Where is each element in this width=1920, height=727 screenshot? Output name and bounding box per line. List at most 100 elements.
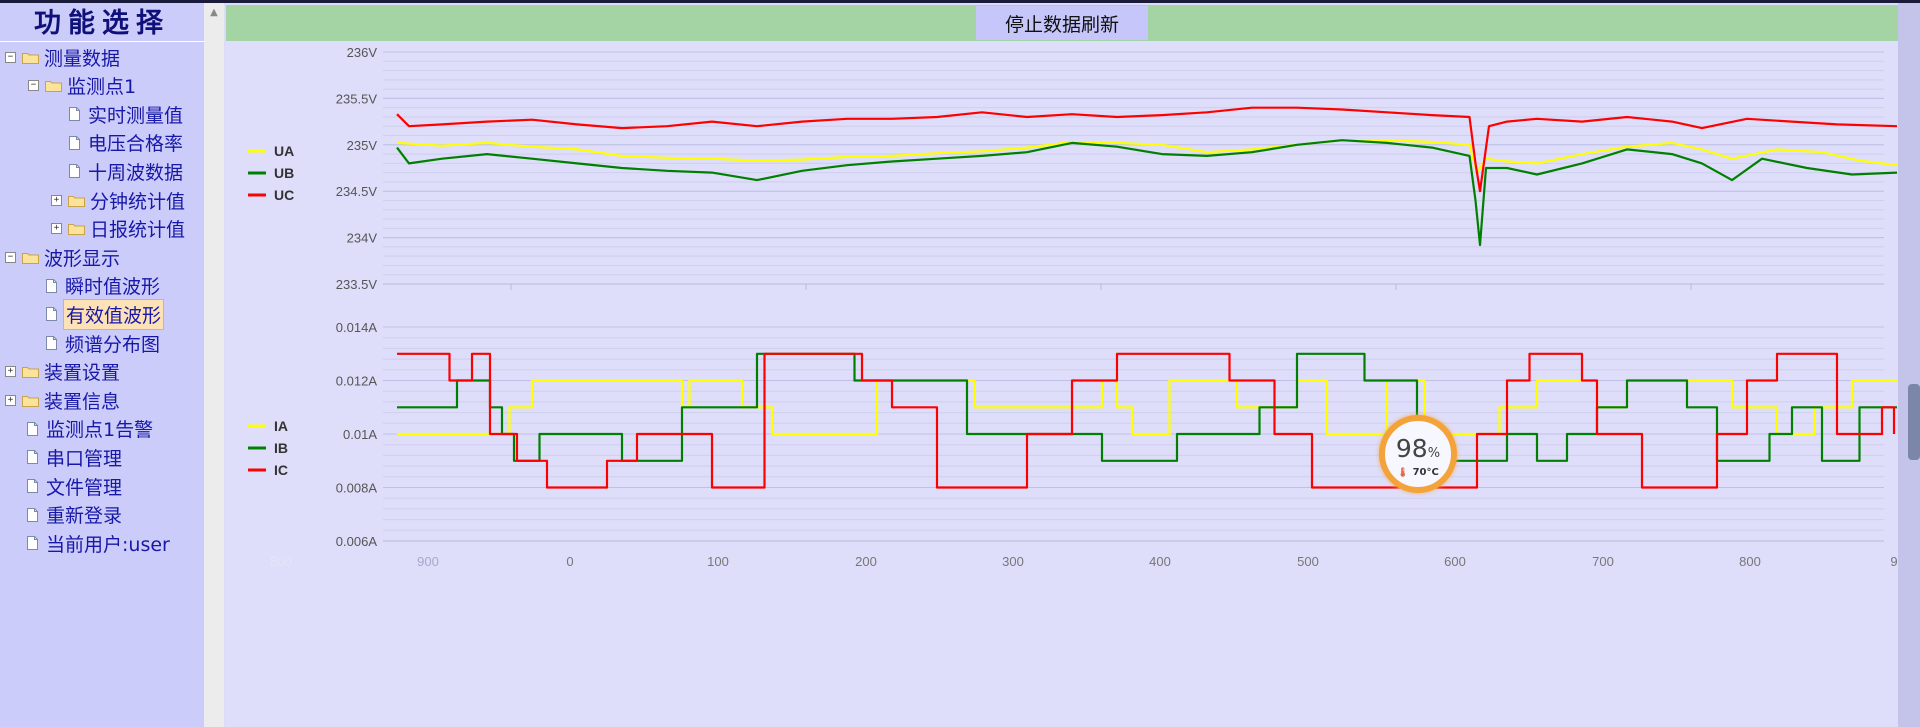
tree-item-label: 装置信息: [44, 390, 121, 413]
tree-item-label: 监测点1告警: [46, 419, 154, 442]
cpu-usage-badge[interactable]: 98% 🌡 70°C: [1379, 415, 1457, 493]
tree-item[interactable]: 当前用户:user: [5, 530, 172, 556]
tree-item-label: 瞬时值波形: [65, 276, 161, 299]
series-line: [397, 352, 1896, 489]
tree-item-label: 频谱分布图: [65, 333, 161, 356]
document-icon: [27, 450, 38, 465]
legend-label: IC: [274, 462, 288, 478]
tree-item[interactable]: + 分钟统计值: [51, 187, 187, 213]
legend-label: UA: [274, 143, 294, 159]
tree-item[interactable]: 瞬时值波形: [28, 273, 162, 299]
rms-waveform-chart-area: 233.5V 234V 234.5V 235V 235.5V 236V UA UB UC 0.00…: [226, 41, 1898, 727]
y-tick-label: 0.008A: [336, 481, 378, 496]
tree-item-label: 分钟统计值: [90, 190, 186, 213]
tree-item-label: 重新登录: [46, 505, 123, 528]
tree-item[interactable]: 串口管理: [5, 444, 124, 470]
tree-item-label: 有效值波形: [63, 298, 165, 330]
tree-item[interactable]: 频谱分布图: [28, 330, 162, 356]
tree-item[interactable]: − 测量数据: [5, 44, 122, 70]
x-tick-label: 600: [1444, 554, 1466, 569]
thermometer-icon: 🌡: [1397, 468, 1409, 478]
tree-item-label: 实时测量值: [88, 104, 184, 127]
y-tick-label: 233.5V: [336, 277, 378, 292]
tree-item-label: 日报统计值: [90, 219, 186, 242]
y-tick-label: 234.5V: [336, 184, 378, 199]
document-icon: [46, 278, 57, 293]
x-tick-label: 500: [1297, 554, 1319, 569]
tree-item[interactable]: + 日报统计值: [51, 216, 187, 242]
y-tick-label: 0.006A: [336, 534, 378, 549]
document-icon: [69, 164, 80, 179]
tree-item[interactable]: 监测点1告警: [5, 416, 155, 442]
legend-label: UC: [274, 187, 294, 203]
document-icon: [46, 336, 57, 350]
document-icon: [46, 307, 57, 322]
folder-icon: [68, 195, 85, 207]
legend-label: IB: [274, 440, 288, 456]
y-tick-label: 234V: [347, 231, 378, 246]
tree-item[interactable]: 文件管理: [5, 473, 124, 499]
tree-item[interactable]: 实时测量值: [51, 101, 185, 127]
tree-item-label: 电压合格率: [88, 133, 184, 156]
scroll-up-arrow-icon[interactable]: ▲: [204, 4, 224, 22]
document-icon: [27, 507, 38, 522]
collapse-icon[interactable]: −: [5, 51, 16, 63]
cpu-unit: %: [1427, 446, 1441, 461]
collapse-icon[interactable]: −: [28, 80, 39, 92]
document-icon: [69, 135, 80, 150]
cpu-temperature: 70°C: [1412, 467, 1439, 478]
tree-item-label: 当前用户:user: [46, 533, 170, 556]
tree-item[interactable]: 重新登录: [5, 502, 124, 528]
rms-waveform-charts: 233.5V 234V 234.5V 235V 235.5V 236V UA UB UC 0.00…: [248, 45, 1898, 569]
expand-icon[interactable]: +: [5, 394, 16, 406]
document-icon: [27, 536, 38, 551]
y-tick-label: 0.012A: [336, 374, 378, 389]
y-tick-label: 235V: [347, 138, 378, 153]
y-tick-label: 0.014A: [336, 320, 378, 335]
x-tick-label: 200: [855, 554, 877, 569]
y-tick-label: 235.5V: [336, 91, 378, 106]
legend-label: UB: [274, 165, 294, 181]
y-tick-label: 236V: [347, 45, 378, 60]
sidebar-scrollbar[interactable]: [204, 3, 224, 727]
tree-item-label: 监测点1: [67, 76, 137, 99]
x-tick-label: 9: [1890, 554, 1897, 569]
x-tick-label: 100: [707, 554, 729, 569]
cpu-value: 98: [1395, 434, 1428, 463]
window-top-border: [0, 0, 1920, 3]
tree-item[interactable]: 电压合格率: [51, 130, 185, 156]
tree-item-label: 十周波数据: [88, 161, 184, 184]
tree-item-label: 串口管理: [46, 447, 123, 470]
right-scrollbar[interactable]: [1898, 3, 1920, 727]
tree-item[interactable]: 有效值波形: [28, 298, 165, 330]
folder-icon: [68, 224, 85, 236]
tree-item[interactable]: + 装置设置: [5, 359, 122, 385]
series-line: [397, 379, 1897, 436]
x-tick-label: 800: [1739, 554, 1761, 569]
x-tick-label: 900: [417, 554, 439, 569]
collapse-icon[interactable]: −: [5, 251, 16, 263]
expand-icon[interactable]: +: [5, 366, 16, 378]
sidebar-title: 功能选择: [34, 8, 170, 39]
expand-icon[interactable]: +: [51, 194, 62, 206]
folder-icon: [22, 395, 39, 407]
sidebar: 功能选择 − 测量数据 − 监测点1 实时测量值 电压合格率 十周波数据 + 分钟统计值 + 日报统…: [0, 3, 204, 727]
x-tick-label: 700: [1592, 554, 1614, 569]
folder-icon: [22, 252, 39, 264]
tree-item[interactable]: − 波形显示: [5, 244, 122, 270]
tree-item[interactable]: − 监测点1: [28, 73, 138, 99]
folder-icon: [45, 81, 62, 93]
tree-item-label: 测量数据: [44, 47, 121, 70]
x-tick-label: 300: [1002, 554, 1024, 569]
document-icon: [27, 479, 38, 493]
document-icon: [27, 421, 38, 436]
tree-item[interactable]: + 装置信息: [5, 387, 122, 413]
y-tick-label: 0.01A: [343, 427, 377, 442]
x-tick-label-faint: 800: [270, 554, 292, 569]
right-scroll-thumb[interactable]: [1908, 384, 1920, 460]
tree-item[interactable]: 十周波数据: [51, 158, 185, 184]
tree-item-label: 波形显示: [44, 247, 121, 270]
x-tick-label: 0: [566, 554, 573, 569]
expand-icon[interactable]: +: [51, 223, 62, 235]
stop-refresh-button[interactable]: 停止数据刷新: [976, 6, 1148, 40]
